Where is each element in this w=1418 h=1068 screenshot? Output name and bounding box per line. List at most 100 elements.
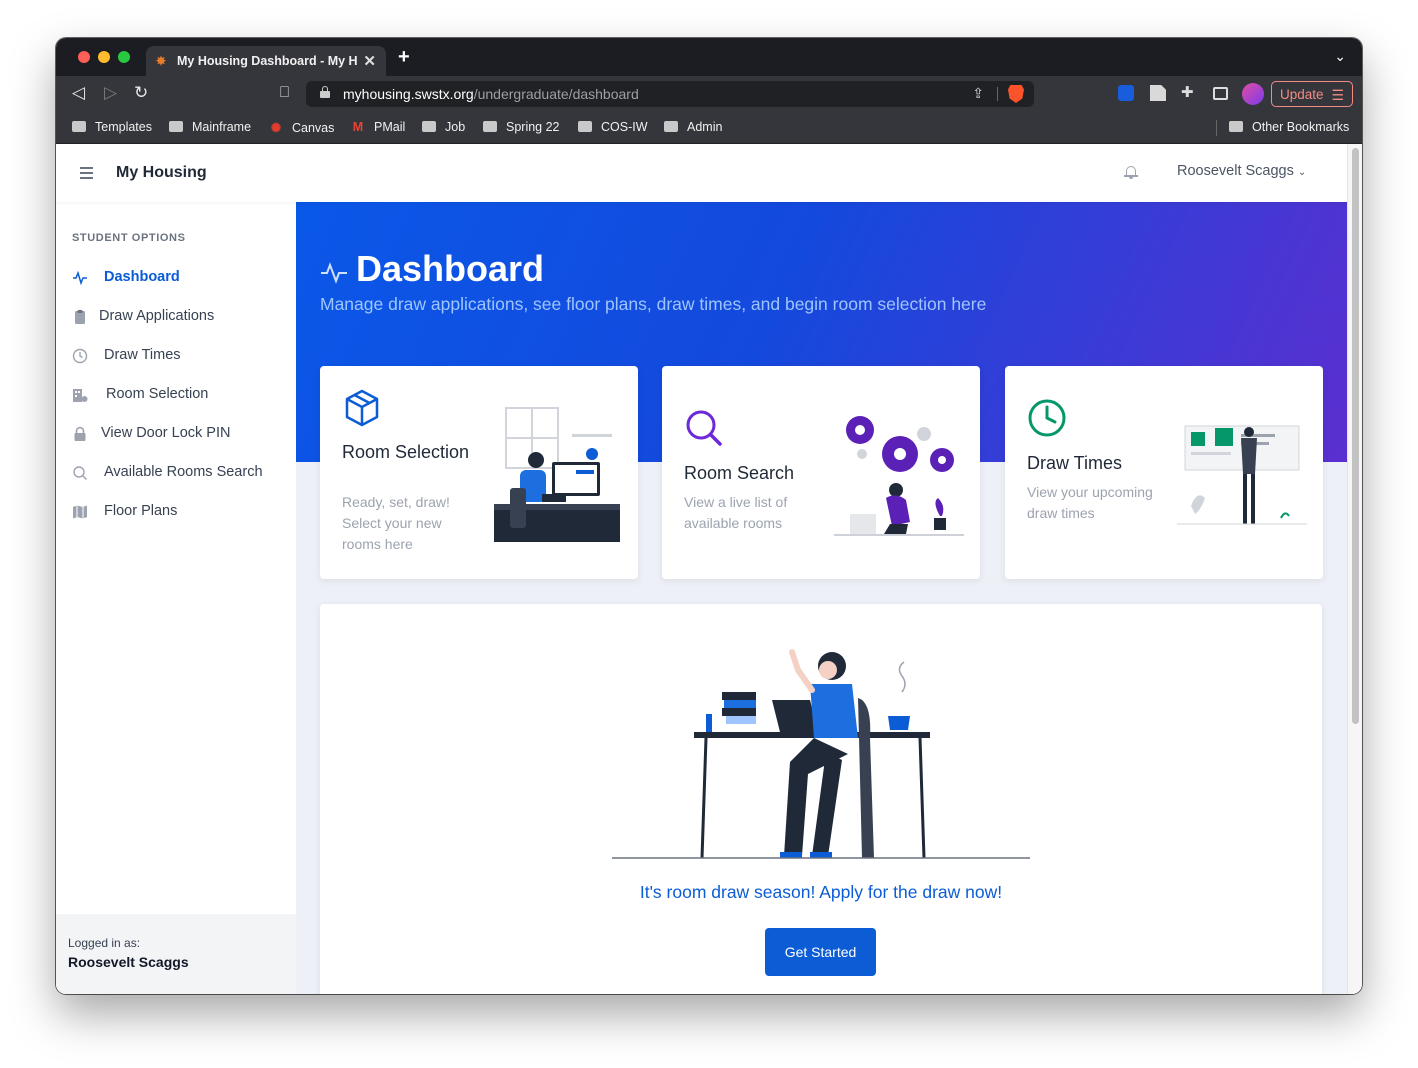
app-brand[interactable]: My Housing <box>116 164 207 182</box>
brave-shields-icon[interactable] <box>1008 85 1024 103</box>
menu-icon: ☰ <box>1331 87 1344 103</box>
maximize-window-button[interactable] <box>118 51 130 63</box>
browser-window: ✸ My Housing Dashboard - My Housing ✕ + … <box>56 38 1362 994</box>
user-name: Roosevelt Scaggs <box>1177 163 1294 179</box>
person-at-board-illustration <box>1177 425 1307 525</box>
apply-draw-panel: It's room draw season! Apply for the dra… <box>320 604 1322 994</box>
bookmark-label: Admin <box>687 120 723 134</box>
back-icon[interactable]: ◁ <box>72 84 85 102</box>
extensions-puzzle-icon[interactable]: ✚ <box>1181 83 1197 101</box>
bitwarden-extension-icon[interactable] <box>1118 85 1134 101</box>
minimize-window-button[interactable] <box>98 51 110 63</box>
card-description: Ready, set, draw! Select your new rooms … <box>342 494 450 552</box>
sidebar: STUDENT OPTIONS Dashboard Draw Applicati… <box>56 202 296 994</box>
folder-icon <box>578 121 592 132</box>
sidebar-toggle-icon[interactable] <box>1213 87 1228 100</box>
activity-icon <box>321 262 347 284</box>
bookmark-label: Templates <box>95 120 152 134</box>
get-started-button[interactable]: Get Started <box>765 928 876 976</box>
card-description: View your upcoming draw times <box>1027 484 1153 521</box>
draw-season-message: It's room draw season! Apply for the dra… <box>639 882 1003 902</box>
sidebar-item-label: Dashboard <box>104 269 180 285</box>
document-extension-icon[interactable] <box>1150 85 1166 101</box>
close-window-button[interactable] <box>78 51 90 63</box>
clock-icon <box>72 348 88 364</box>
bookmark-icon[interactable]: ⎕ <box>280 84 289 102</box>
canvas-icon: ✺ <box>270 121 282 135</box>
logged-in-label: Logged in as: <box>68 936 141 950</box>
search-icon <box>686 410 722 446</box>
sidebar-heading: STUDENT OPTIONS <box>72 232 186 244</box>
profile-avatar[interactable] <box>1242 83 1264 105</box>
card-title: Room Search <box>684 463 795 483</box>
url-text[interactable]: myhousing.swstx.org/undergraduate/dashbo… <box>343 86 639 102</box>
card-title: Room Selection <box>342 442 470 462</box>
page-title: Dashboard <box>356 248 545 289</box>
clock-icon <box>1028 399 1066 437</box>
other-bookmarks[interactable]: Other Bookmarks <box>1229 120 1349 134</box>
lock-icon <box>320 86 330 98</box>
sidebar-item-label: Draw Applications <box>99 308 215 324</box>
clipboard-icon <box>75 310 85 324</box>
lock-icon <box>74 426 86 441</box>
web-page: My Housing Roosevelt Scaggs ⌄ STUDENT OPT… <box>56 144 1362 994</box>
draw-times-card[interactable]: Draw Times View your upcoming draw times <box>1005 366 1323 579</box>
building-icon <box>73 389 88 402</box>
gmail-icon: M <box>352 120 364 134</box>
divider <box>997 87 998 101</box>
sidebar-item-label: Available Rooms Search <box>104 464 263 480</box>
tab-title: My Housing Dashboard - My Housing <box>177 54 357 68</box>
bookmarks-bar: Templates Mainframe ✺ Canvas M PMail Job S… <box>56 112 1362 144</box>
bookmark-spring-22[interactable]: Spring 22 <box>483 120 560 134</box>
bookmark-label: Other Bookmarks <box>1252 120 1350 134</box>
scrollbar-thumb[interactable] <box>1352 148 1359 724</box>
browser-tab[interactable]: ✸ My Housing Dashboard - My Housing ✕ <box>146 46 386 76</box>
tab-favicon-icon: ✸ <box>156 54 167 68</box>
browser-toolbar: ◁ ▷ ↻ ⎕ myhousing.swstx.org/undergraduat… <box>56 76 1362 112</box>
notification-bell-icon[interactable] <box>1124 165 1138 181</box>
hamburger-menu-icon[interactable] <box>80 167 93 182</box>
tab-close-icon[interactable]: ✕ <box>363 52 376 70</box>
update-label: Update <box>1280 87 1324 102</box>
bookmark-canvas[interactable]: ✺ Canvas <box>269 120 335 135</box>
tab-search-chevron-icon[interactable]: ⌄ <box>1334 48 1346 65</box>
divider <box>1216 120 1217 136</box>
activity-icon <box>73 270 87 286</box>
folder-icon <box>1229 121 1243 132</box>
update-button[interactable]: Update ☰ <box>1271 81 1353 107</box>
bookmark-cos-iw[interactable]: COS-IW <box>578 120 648 134</box>
page-subtitle: Manage draw applications, see floor plan… <box>320 294 987 314</box>
page-scrollbar[interactable] <box>1347 144 1362 994</box>
search-icon <box>73 466 87 480</box>
bookmark-templates[interactable]: Templates <box>72 120 152 134</box>
bookmark-label: Job <box>445 120 466 134</box>
gears-illustration <box>834 416 964 536</box>
bookmark-label: PMail <box>374 120 406 134</box>
app-header: My Housing Roosevelt Scaggs ⌄ <box>56 144 1347 202</box>
address-bar[interactable]: myhousing.swstx.org/undergraduate/dashbo… <box>306 81 1034 107</box>
bookmark-admin[interactable]: Admin <box>664 120 722 134</box>
room-search-card[interactable]: Room Search View a live list of availabl… <box>662 366 980 579</box>
box-icon <box>345 389 379 427</box>
user-menu[interactable]: Roosevelt Scaggs ⌄ <box>1177 163 1306 179</box>
map-icon <box>73 505 87 519</box>
sidebar-item-label: Draw Times <box>104 347 181 363</box>
url-path: /undergraduate/dashboard <box>473 86 639 102</box>
sidebar-item-label: Floor Plans <box>104 503 178 519</box>
reload-icon[interactable]: ↻ <box>134 84 148 102</box>
bookmark-label: Canvas <box>292 121 335 135</box>
forward-icon[interactable]: ▷ <box>104 84 117 102</box>
bookmark-mainframe[interactable]: Mainframe <box>169 120 251 134</box>
sidebar-footer: Logged in as: Roosevelt Scaggs <box>56 914 296 994</box>
bookmark-pmail[interactable]: M PMail <box>351 120 405 134</box>
url-host: myhousing.swstx.org <box>343 86 474 102</box>
card-title: Draw Times <box>1027 453 1123 473</box>
sidebar-item-label: Room Selection <box>106 386 209 402</box>
share-icon[interactable]: ⇪ <box>972 85 984 102</box>
sidebar-item-label: View Door Lock PIN <box>101 425 231 441</box>
new-tab-button[interactable]: + <box>398 46 410 69</box>
folder-icon <box>169 121 183 132</box>
bookmark-job[interactable]: Job <box>422 120 465 134</box>
folder-icon <box>483 121 497 132</box>
room-selection-card[interactable]: Room Selection Ready, set, draw! Select … <box>320 366 638 579</box>
